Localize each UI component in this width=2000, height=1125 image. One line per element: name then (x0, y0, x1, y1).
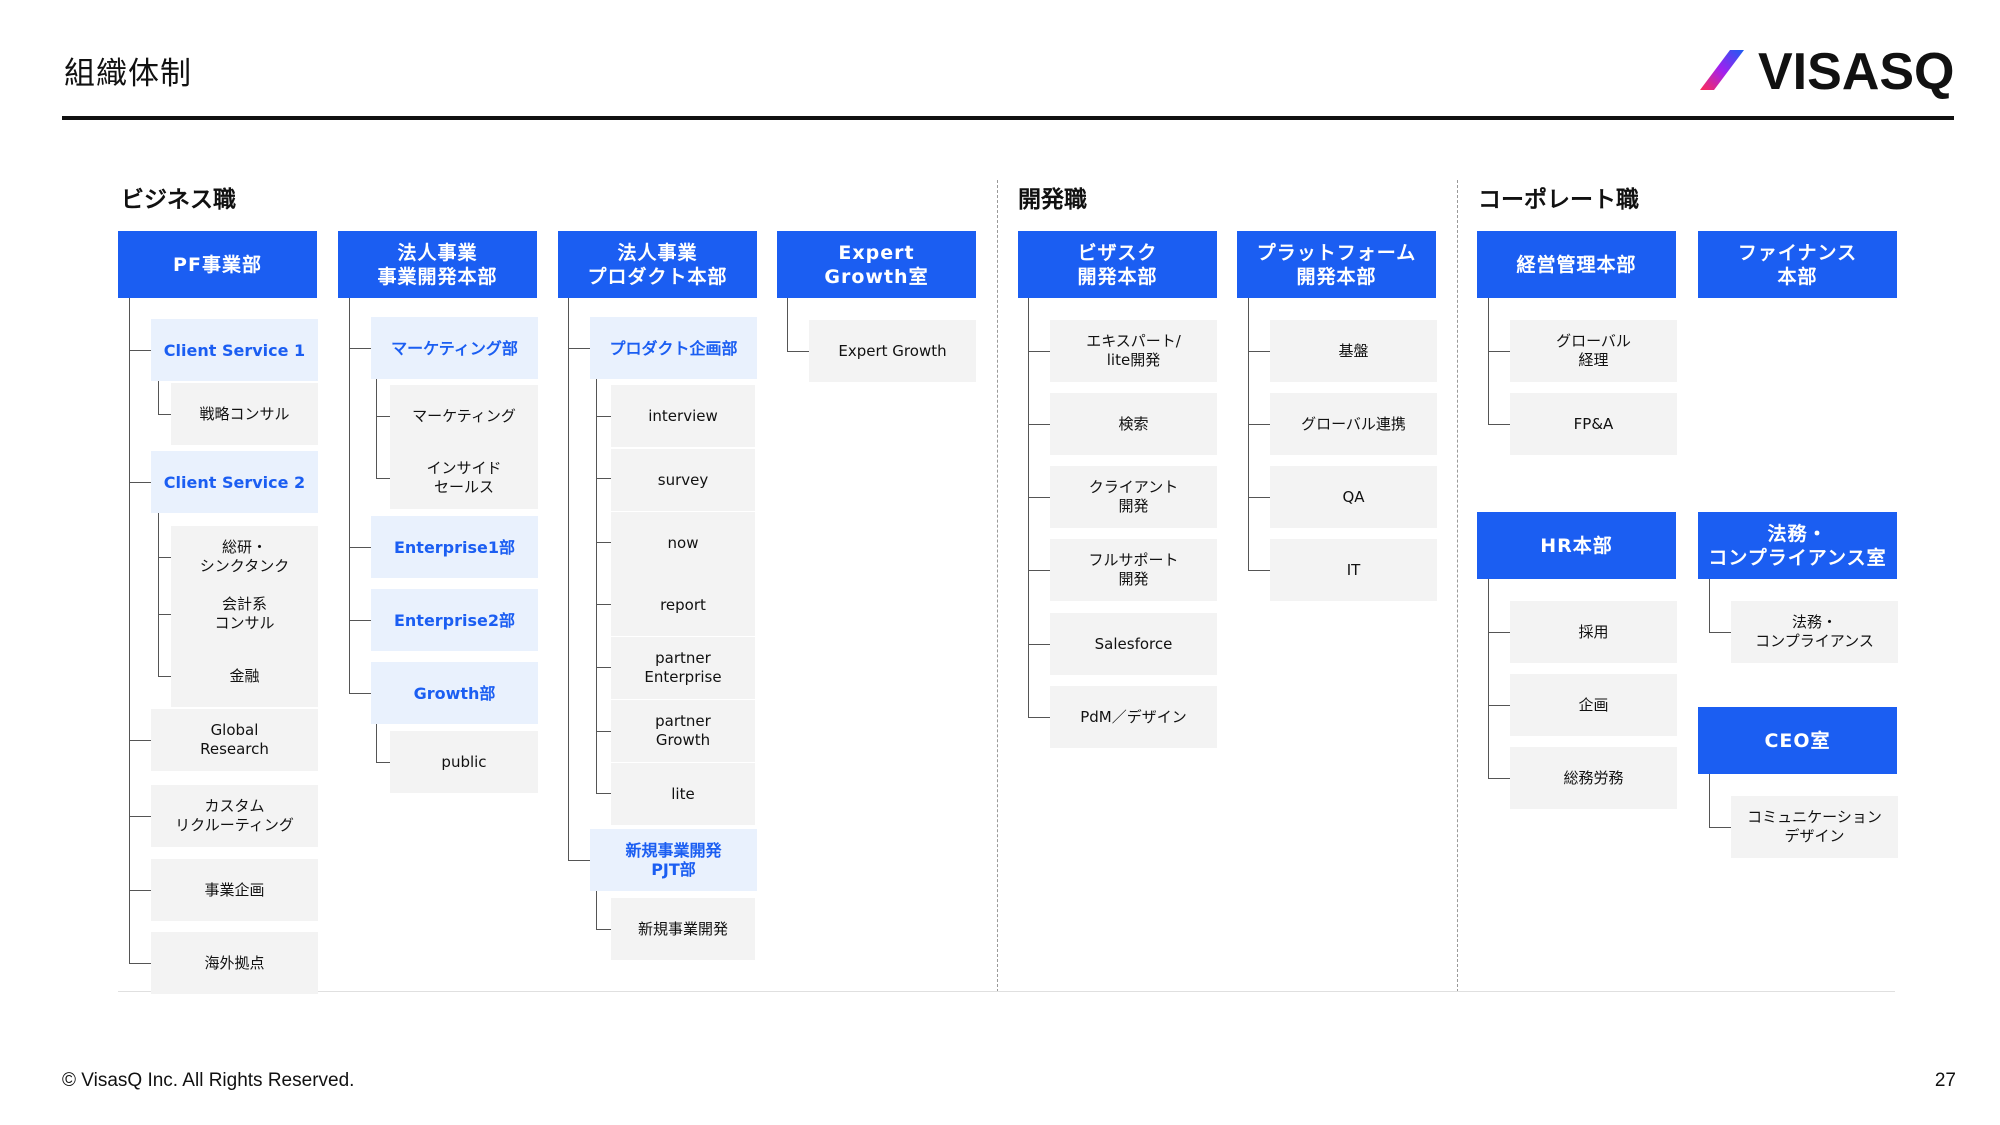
org-head-platform-dev: プラットフォーム 開発本部 (1237, 231, 1436, 298)
org-unit-souken: 総研・ シンクタンク (171, 526, 318, 588)
section-divider (997, 180, 998, 992)
section-divider (1457, 180, 1458, 992)
org-unit-global-research: Global Research (151, 709, 318, 771)
org-unit-kiban: 基盤 (1270, 320, 1437, 382)
section-title-corporate: コーポレート職 (1478, 187, 1639, 213)
org-unit-qa: QA (1270, 466, 1437, 528)
org-unit-now: now (611, 512, 755, 574)
org-unit-salesforce: Salesforce (1050, 613, 1217, 675)
org-unit-growth: Growth部 (371, 662, 538, 724)
org-unit-lite: lite (611, 763, 755, 825)
copyright: © VisasQ Inc. All Rights Reserved. (62, 1070, 355, 1091)
section-title-business: ビジネス職 (121, 187, 236, 213)
org-unit-kaikei-consul: 会計系 コンサル (171, 583, 318, 645)
org-head-houjin-product: 法人事業 プロダクト本部 (558, 231, 757, 298)
org-unit-communication-design: コミュニケーション デザイン (1731, 796, 1898, 858)
org-unit-partner-growth: partner Growth (611, 700, 755, 762)
org-unit-public: public (390, 731, 538, 793)
org-unit-shinki-jigyo: 新規事業開発 (611, 898, 755, 960)
org-head-legal: 法務・ コンプライアンス室 (1698, 512, 1897, 579)
section-title-dev: 開発職 (1018, 187, 1087, 213)
org-unit-product-kikaku: プロダクト企画部 (590, 317, 757, 379)
org-unit-senryaku-consul: 戦略コンサル (171, 383, 318, 445)
org-unit-kaigai-kyoten: 海外拠点 (151, 932, 318, 994)
page-number: 27 (1934, 1070, 1956, 1091)
org-unit-custom-recruiting: カスタム リクルーティング (151, 785, 318, 847)
org-unit-partner-enterprise: partner Enterprise (611, 637, 755, 699)
org-unit-jigyo-kikaku: 事業企画 (151, 859, 318, 921)
org-unit-expert-lite-dev: エキスパート/ lite開発 (1050, 320, 1217, 382)
org-unit-full-support-dev: フルサポート 開発 (1050, 539, 1217, 601)
org-unit-hr-kikaku: 企画 (1510, 674, 1677, 736)
visasq-logo: VISASQ (1700, 44, 1955, 100)
org-unit-global-renkei: グローバル連携 (1270, 393, 1437, 455)
org-unit-it: IT (1270, 539, 1437, 601)
org-unit-legal-compliance: 法務・ コンプライアンス (1731, 601, 1898, 663)
bottom-rule (118, 991, 1895, 992)
org-unit-survey: survey (611, 449, 755, 511)
org-unit-client-dev: クライアント 開発 (1050, 466, 1217, 528)
org-head-hr: HR本部 (1477, 512, 1676, 579)
org-unit-pdm-design: PdM／デザイン (1050, 686, 1217, 748)
org-unit-marketing-bu: マーケティング部 (371, 317, 538, 379)
org-head-pf: PF事業部 (118, 231, 317, 298)
org-unit-expert-growth: Expert Growth (809, 320, 976, 382)
org-unit-report: report (611, 574, 755, 636)
header-rule (62, 116, 1954, 120)
logo-slash-icon (1700, 50, 1744, 90)
org-unit-client-service-2: Client Service 2 (151, 451, 318, 513)
connector (129, 298, 130, 963)
org-unit-client-service-1: Client Service 1 (151, 319, 318, 381)
org-head-finance: ファイナンス 本部 (1698, 231, 1897, 298)
org-head-houjin-jigyo-kaihatsu: 法人事業 事業開発本部 (338, 231, 537, 298)
org-head-expert-growth: Expert Growth室 (777, 231, 976, 298)
org-unit-search: 検索 (1050, 393, 1217, 455)
org-unit-fpa: FP&A (1510, 393, 1677, 455)
org-unit-interview: interview (611, 385, 755, 447)
org-unit-saiyo: 採用 (1510, 601, 1677, 663)
org-head-ceo: CEO室 (1698, 707, 1897, 774)
logo-text: VISASQ (1758, 43, 1955, 101)
org-unit-enterprise1: Enterprise1部 (371, 516, 538, 578)
org-head-visasq-dev: ビザスク 開発本部 (1018, 231, 1217, 298)
org-unit-marketing: マーケティング (390, 385, 538, 447)
org-unit-global-keiri: グローバル 経理 (1510, 320, 1677, 382)
org-unit-shinki-pjt: 新規事業開発 PJT部 (590, 829, 757, 891)
page-title: 組織体制 (64, 56, 192, 92)
org-unit-soumu-roumu: 総務労務 (1510, 747, 1677, 809)
org-unit-inside-sales: インサイド セールス (390, 447, 538, 509)
org-head-keiei-kanri: 経営管理本部 (1477, 231, 1676, 298)
org-unit-enterprise2: Enterprise2部 (371, 589, 538, 651)
org-unit-kinyu: 金融 (171, 645, 318, 707)
